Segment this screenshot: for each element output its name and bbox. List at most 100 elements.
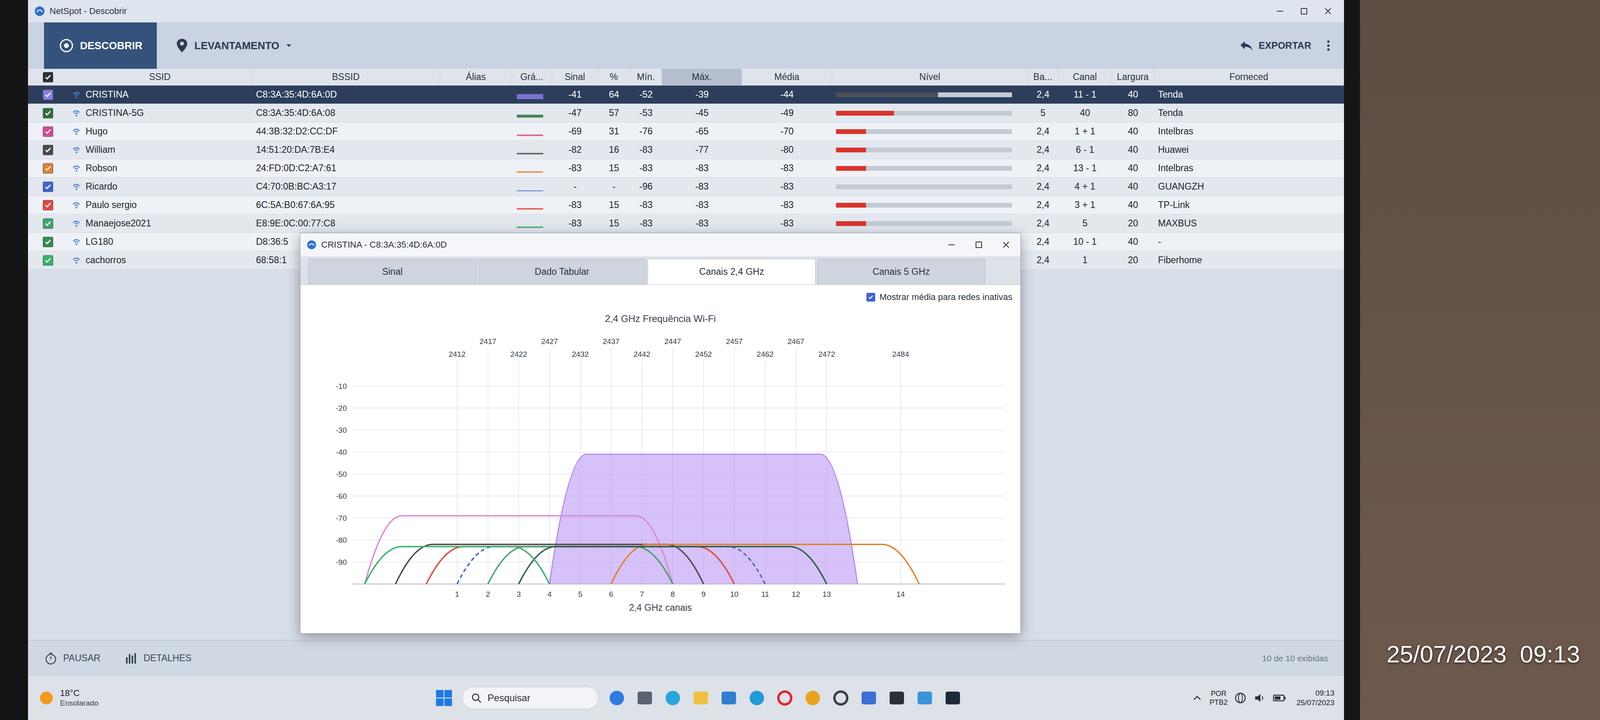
column-header[interactable]: Largura <box>1112 68 1154 86</box>
minimize-icon[interactable] <box>1268 3 1292 20</box>
check-icon <box>44 73 52 82</box>
mode-tab[interactable]: DESCOBRIR <box>44 22 157 69</box>
mode-tab[interactable]: LEVANTAMENTO <box>160 30 308 61</box>
row-checkbox[interactable] <box>42 144 54 156</box>
table-row[interactable]: William14:51:20:DA:7B:E4-8216-83-77-802,… <box>28 140 1344 160</box>
weather-widget[interactable]: 18°CEnsolarado <box>37 688 206 708</box>
speed-icon[interactable] <box>831 688 851 708</box>
opera-icon[interactable] <box>775 688 795 708</box>
network-series[interactable] <box>395 544 704 584</box>
level-fill <box>836 110 894 116</box>
close-icon[interactable] <box>1316 3 1340 20</box>
show-average-checkbox[interactable] <box>866 292 876 302</box>
table-row[interactable]: CRISTINAC8:3A:35:4D:6A:0D-4164-52-39-442… <box>28 85 1344 104</box>
language-indicator[interactable]: PORPTB2 <box>1209 689 1228 708</box>
column-header[interactable]: Mín. <box>630 68 662 86</box>
row-checkbox[interactable] <box>42 200 54 211</box>
channel-tick: 13 <box>822 590 831 599</box>
minimize-icon[interactable] <box>940 237 963 252</box>
edge-icon[interactable] <box>747 688 767 708</box>
column-header[interactable]: Grá... <box>512 68 552 86</box>
row-checkbox[interactable] <box>42 163 54 174</box>
column-header[interactable]: % <box>598 68 630 86</box>
globe-icon[interactable] <box>1234 691 1247 705</box>
table-row[interactable]: Robson24:FD:0D:C2:A7:61-8315-83-83-832,4… <box>28 159 1344 178</box>
column-header[interactable]: Ba... <box>1028 68 1058 86</box>
pause-button[interactable]: PAUSAR <box>44 651 101 666</box>
column-header[interactable]: Máx. <box>662 68 742 86</box>
row-checkbox[interactable] <box>42 108 54 119</box>
popup-tab[interactable]: Canais 2,4 GHz <box>647 258 816 285</box>
folder-icon[interactable] <box>691 688 711 708</box>
wifi-icon <box>72 256 81 265</box>
store-icon[interactable] <box>859 688 879 708</box>
more-menu-icon[interactable] <box>1322 37 1335 54</box>
grid-line <box>352 451 1006 453</box>
column-header[interactable]: SSID <box>68 68 252 86</box>
table-row[interactable]: RicardoC4:70:0B:BC:A3:17---96-83-832,44 … <box>28 177 1344 196</box>
network-series[interactable] <box>457 546 766 585</box>
check-icon <box>867 294 874 301</box>
ssid-text: Manaejose2021 <box>85 218 152 229</box>
ssid-cell: Robson <box>68 162 252 174</box>
network-series[interactable] <box>426 546 735 585</box>
row-checkbox[interactable] <box>42 89 54 100</box>
column-header[interactable]: BSSID <box>252 68 440 86</box>
table-row[interactable]: Hugo44:3B:32:D2:CC:DF-6931-76-65-702,41 … <box>28 122 1344 141</box>
table-row[interactable]: CRISTINA-5GC8:3A:35:4D:6A:08-4757-53-45-… <box>28 104 1344 123</box>
network-series[interactable] <box>488 546 673 585</box>
column-header[interactable]: Nível <box>832 68 1028 86</box>
task-view-icon[interactable] <box>635 688 655 708</box>
check-cell <box>28 200 68 211</box>
graph-cell <box>512 89 552 100</box>
popup-tab[interactable]: Dado Tabular <box>478 258 646 285</box>
row-checkbox[interactable] <box>42 255 54 266</box>
table-row[interactable]: Paulo sergio6C:5A:B0:67:6A:95-8315-83-83… <box>28 196 1344 215</box>
column-header[interactable]: Sinal <box>552 68 598 86</box>
network-series[interactable] <box>364 516 673 585</box>
ssid-cell: Manaejose2021 <box>68 218 252 229</box>
notepad-icon[interactable] <box>719 688 739 708</box>
details-button[interactable]: DETALHES <box>124 651 192 666</box>
row-checkbox[interactable] <box>42 236 54 248</box>
speaker-icon[interactable] <box>1253 691 1266 705</box>
column-header[interactable]: Forneced <box>1154 68 1344 86</box>
clock[interactable]: 09:1325/07/2023 <box>1293 688 1335 708</box>
bssid-cell: C8:3A:35:4D:6A:0D <box>252 89 440 100</box>
bssid-cell: 24:FD:0D:C2:A7:61 <box>252 162 440 174</box>
export-button[interactable]: EXPORTAR <box>1232 36 1319 55</box>
battery-icon[interactable] <box>1272 691 1287 705</box>
network-series[interactable] <box>611 544 920 584</box>
check-cell <box>28 181 68 192</box>
table-row[interactable]: Manaejose2021E8:9E:0C:00:77:C8-8315-83-8… <box>28 214 1344 233</box>
network-series[interactable] <box>549 454 858 585</box>
chevron-up-icon[interactable] <box>1191 692 1204 704</box>
chrome-icon[interactable] <box>803 688 823 708</box>
row-checkbox[interactable] <box>42 126 54 137</box>
vendor-cell: MAXBUS <box>1154 218 1344 229</box>
widgets-icon[interactable] <box>663 688 683 708</box>
bing-icon[interactable] <box>607 688 627 708</box>
column-header[interactable]: Álias <box>440 68 512 86</box>
photos-icon[interactable] <box>915 688 935 708</box>
select-all-checkbox[interactable] <box>42 72 54 83</box>
restore-icon[interactable] <box>1292 3 1316 20</box>
close-icon[interactable] <box>994 237 1018 252</box>
level-cell <box>832 147 1028 153</box>
console-icon[interactable] <box>943 688 963 708</box>
row-checkbox[interactable] <box>42 181 54 192</box>
popup-tab[interactable]: Sinal <box>308 258 477 285</box>
column-header[interactable]: Canal <box>1058 68 1112 86</box>
row-checkbox[interactable] <box>42 218 54 229</box>
level-cell <box>832 184 1028 190</box>
terminal-icon[interactable] <box>887 688 907 708</box>
maximize-icon[interactable] <box>967 237 990 252</box>
frequency-tick: 2442 <box>633 350 651 359</box>
network-series[interactable] <box>364 546 550 585</box>
column-header[interactable]: Média <box>742 68 832 86</box>
windows-logo-icon[interactable] <box>434 688 454 708</box>
search-box[interactable]: Pesquisar <box>462 686 599 710</box>
popup-tab[interactable]: Canais 5 GHz <box>817 258 986 285</box>
network-series[interactable] <box>518 546 827 585</box>
check-cell <box>28 163 68 174</box>
